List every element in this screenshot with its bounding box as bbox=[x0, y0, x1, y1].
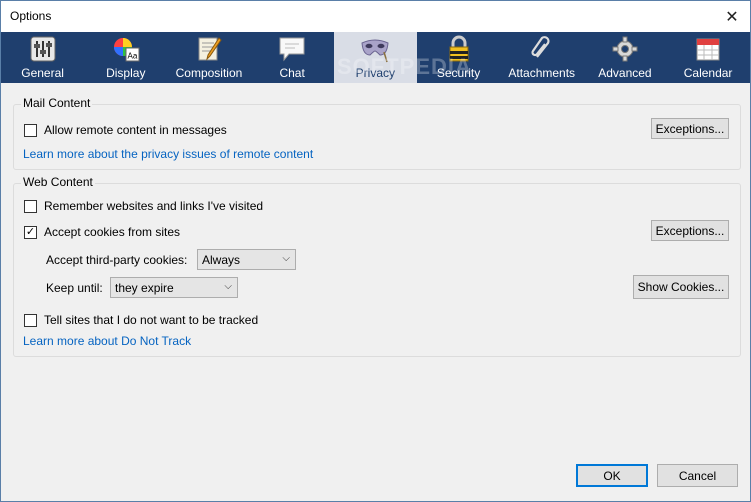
svg-text:Aa: Aa bbox=[127, 52, 137, 61]
tab-label: Attachments bbox=[508, 66, 576, 80]
web-content-group: Web Content Remember websites and links … bbox=[13, 175, 741, 357]
remember-websites-checkbox[interactable]: Remember websites and links I've visited bbox=[24, 199, 263, 213]
checkbox-label: Allow remote content in messages bbox=[44, 123, 227, 137]
do-not-track-learn-more-link[interactable]: Learn more about Do Not Track bbox=[23, 334, 191, 348]
show-cookies-button[interactable]: Show Cookies... bbox=[633, 275, 729, 299]
window-title: Options bbox=[10, 9, 52, 23]
gear-icon bbox=[612, 36, 638, 62]
compose-icon bbox=[198, 37, 222, 61]
tab-advanced[interactable]: Advanced bbox=[583, 32, 666, 83]
third-party-select[interactable]: Always ⌵ bbox=[197, 249, 296, 270]
tab-label: Privacy bbox=[355, 66, 396, 80]
mail-content-group: Mail Content Allow remote content in mes… bbox=[13, 96, 741, 170]
mask-icon bbox=[361, 39, 389, 63]
chevron-down-icon: ⌵ bbox=[282, 253, 290, 264]
third-party-label: Accept third-party cookies: bbox=[46, 253, 188, 267]
tab-chat[interactable]: Chat bbox=[251, 32, 334, 83]
close-icon[interactable]: ✕ bbox=[714, 1, 750, 32]
chevron-down-icon: ⌵ bbox=[224, 281, 232, 292]
chat-bubble-icon bbox=[279, 37, 305, 62]
group-title: Mail Content bbox=[21, 96, 93, 110]
remote-content-learn-more-link[interactable]: Learn more about the privacy issues of r… bbox=[23, 147, 313, 161]
tab-label: Security bbox=[436, 66, 481, 80]
lock-icon bbox=[449, 35, 469, 62]
keep-until-label: Keep until: bbox=[46, 281, 103, 295]
tab-composition[interactable]: Composition bbox=[167, 32, 250, 83]
checkbox-box[interactable] bbox=[24, 199, 37, 213]
checkbox-label: Accept cookies from sites bbox=[44, 225, 181, 239]
accept-cookies-checkbox[interactable]: ✓ Accept cookies from sites bbox=[24, 225, 180, 239]
web-exceptions-button[interactable]: Exceptions... bbox=[651, 220, 729, 241]
group-title: Web Content bbox=[21, 175, 95, 189]
checkbox-label: Remember websites and links I've visited bbox=[44, 199, 264, 213]
cancel-button[interactable]: Cancel bbox=[657, 464, 738, 487]
tab-label: General bbox=[21, 66, 64, 80]
privacy-panel: Mail Content Allow remote content in mes… bbox=[1, 84, 750, 501]
checkbox-label: Tell sites that I do not want to be trac… bbox=[44, 313, 259, 327]
allow-remote-checkbox[interactable]: Allow remote content in messages bbox=[24, 123, 227, 137]
checkbox-box[interactable] bbox=[24, 123, 37, 137]
title-bar: Options ✕ bbox=[1, 1, 750, 32]
ok-button[interactable]: OK bbox=[576, 464, 648, 487]
tab-label: Chat bbox=[279, 66, 305, 80]
keep-until-select[interactable]: they expire ⌵ bbox=[110, 277, 238, 298]
tab-label: Composition bbox=[175, 66, 243, 80]
tab-attachments[interactable]: Attachments bbox=[500, 32, 583, 83]
paperclip-icon bbox=[531, 36, 550, 58]
color-wheel-icon: Aa bbox=[113, 38, 140, 62]
tab-security[interactable]: Security bbox=[417, 32, 500, 83]
tab-general[interactable]: General bbox=[1, 32, 84, 83]
tab-label: Calendar bbox=[683, 66, 733, 80]
tab-label: Advanced bbox=[598, 66, 652, 80]
sliders-icon bbox=[30, 36, 56, 62]
options-window: Options ✕ General Aa Display Composition… bbox=[0, 0, 751, 502]
category-toolbar: General Aa Display Composition Chat Priv… bbox=[1, 32, 750, 83]
mail-exceptions-button[interactable]: Exceptions... bbox=[651, 118, 729, 139]
checkmark-icon[interactable]: ✓ bbox=[24, 225, 37, 239]
select-value: Always bbox=[202, 252, 241, 267]
select-value: they expire bbox=[115, 280, 174, 295]
tab-privacy[interactable]: Privacy bbox=[333, 32, 417, 83]
tab-label: Display bbox=[106, 66, 146, 80]
calendar-icon bbox=[696, 38, 720, 61]
do-not-track-checkbox[interactable]: Tell sites that I do not want to be trac… bbox=[24, 313, 258, 327]
tab-display[interactable]: Aa Display bbox=[84, 32, 167, 83]
checkbox-box[interactable] bbox=[24, 313, 37, 327]
tab-calendar[interactable]: Calendar bbox=[667, 32, 750, 83]
